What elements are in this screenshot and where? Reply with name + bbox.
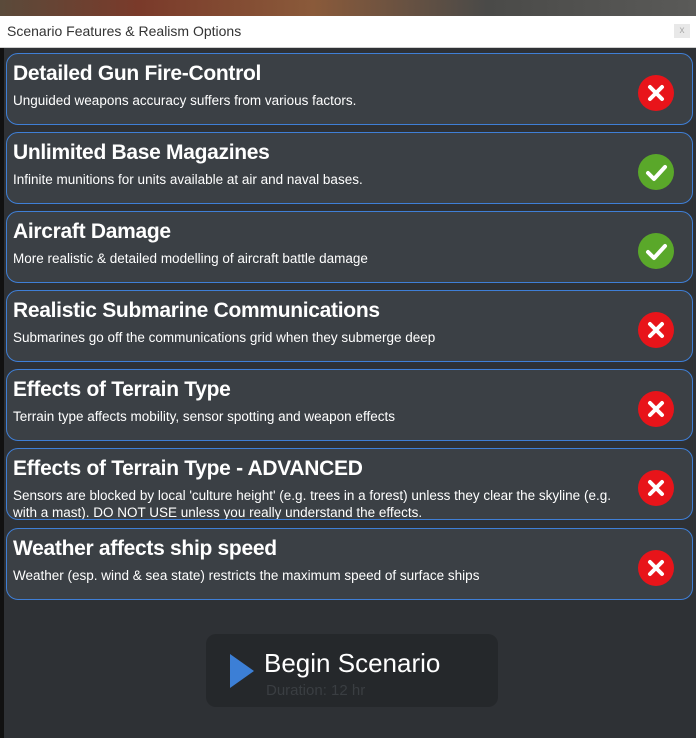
feature-row[interactable]: Realistic Submarine Communications Subma…	[6, 290, 693, 362]
feature-row[interactable]: Weather affects ship speed Weather (esp.…	[6, 528, 693, 600]
begin-scenario-button[interactable]: Begin Scenario Duration: 12 hr	[206, 634, 498, 707]
feature-title: Effects of Terrain Type - ADVANCED	[13, 457, 363, 480]
feature-title: Aircraft Damage	[13, 220, 171, 243]
feature-description: Sensors are blocked by local 'culture he…	[13, 488, 611, 520]
x-icon[interactable]	[638, 391, 674, 427]
feature-title: Effects of Terrain Type	[13, 378, 231, 401]
check-icon[interactable]	[638, 154, 674, 190]
feature-description: Weather (esp. wind & sea state) restrict…	[13, 568, 480, 583]
feature-row[interactable]: Unlimited Base Magazines Infinite muniti…	[6, 132, 693, 204]
feature-description: More realistic & detailed modelling of a…	[13, 251, 368, 266]
feature-description: Unguided weapons accuracy suffers from v…	[13, 93, 357, 108]
feature-row[interactable]: Effects of Terrain Type Terrain type aff…	[6, 369, 693, 441]
feature-title: Unlimited Base Magazines	[13, 141, 270, 164]
feature-title: Weather affects ship speed	[13, 537, 277, 560]
x-icon[interactable]	[638, 550, 674, 586]
x-icon[interactable]	[638, 312, 674, 348]
window-titlebar: Scenario Features & Realism Options x	[0, 16, 696, 48]
map-background	[0, 0, 696, 16]
feature-description: Infinite munitions for units available a…	[13, 172, 363, 187]
feature-title: Realistic Submarine Communications	[13, 299, 380, 322]
feature-description: Terrain type affects mobility, sensor sp…	[13, 409, 395, 424]
x-icon[interactable]	[638, 470, 674, 506]
x-icon[interactable]	[638, 75, 674, 111]
panel-edge	[0, 48, 4, 738]
close-button[interactable]: x	[674, 24, 690, 38]
begin-scenario-label: Begin Scenario	[264, 648, 441, 678]
feature-row[interactable]: Detailed Gun Fire-Control Unguided weapo…	[6, 53, 693, 125]
scenario-duration: Duration: 12 hr	[266, 682, 366, 699]
window-title: Scenario Features & Realism Options	[7, 23, 242, 39]
feature-description: Submarines go off the communications gri…	[13, 330, 436, 345]
play-icon	[230, 654, 254, 688]
feature-title: Detailed Gun Fire-Control	[13, 62, 262, 85]
check-icon[interactable]	[638, 233, 674, 269]
feature-row[interactable]: Effects of Terrain Type - ADVANCED Senso…	[6, 448, 693, 520]
feature-row[interactable]: Aircraft Damage More realistic & detaile…	[6, 211, 693, 283]
